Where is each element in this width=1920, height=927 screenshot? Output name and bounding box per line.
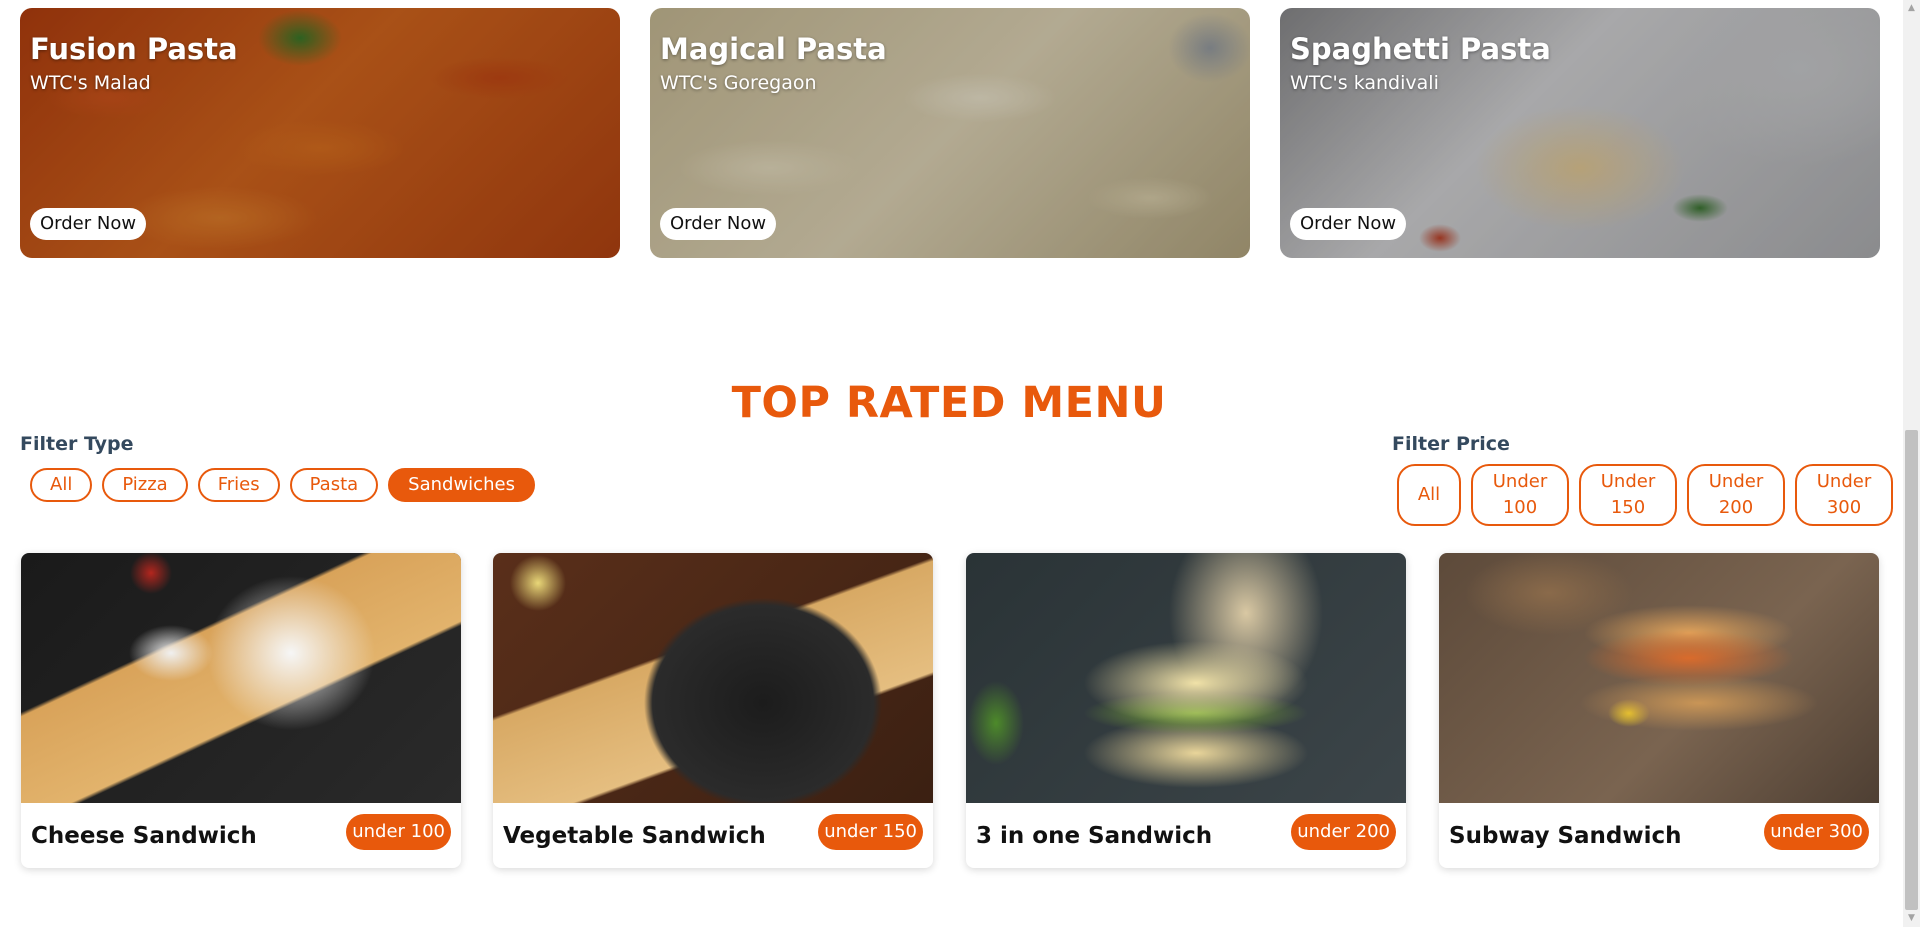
menu-item-name: Subway Sandwich <box>1449 823 1682 849</box>
promo-card-fusion-pasta[interactable]: Fusion Pasta WTC's Malad Order Now <box>20 8 620 258</box>
scroll-up-arrow-icon[interactable]: ▲ <box>1903 0 1920 17</box>
menu-item-image <box>493 553 933 803</box>
section-title: TOP RATED MENU <box>731 378 1167 428</box>
filter-type-pasta[interactable]: Pasta <box>289 468 379 502</box>
filter-price-under-150[interactable]: Under 150 <box>1579 464 1677 526</box>
price-badge: under 150 <box>818 814 923 850</box>
scrollbar-thumb[interactable] <box>1905 430 1918 910</box>
menu-item-name: Cheese Sandwich <box>31 823 257 849</box>
price-badge: under 100 <box>346 814 451 850</box>
filter-price-group: All Under 100 Under 150 Under 200 Under … <box>1397 464 1893 526</box>
menu-card-3-in-one-sandwich[interactable]: 3 in one Sandwich under 200 <box>966 553 1406 868</box>
filter-type-group: All Pizza Fries Pasta Sandwiches <box>30 468 535 502</box>
order-now-button[interactable]: Order Now <box>1290 208 1407 240</box>
menu-item-image <box>1439 553 1879 803</box>
filter-price-label: Filter Price <box>1392 433 1510 455</box>
menu-card-subway-sandwich[interactable]: Subway Sandwich under 300 <box>1439 553 1879 868</box>
filter-type-label: Filter Type <box>20 433 134 455</box>
promo-location: WTC's Goregaon <box>660 72 817 94</box>
promo-card-spaghetti-pasta[interactable]: Spaghetti Pasta WTC's kandivali Order No… <box>1280 8 1880 258</box>
promo-carousel: Fusion Pasta WTC's Malad Order Now Magic… <box>20 8 1880 258</box>
filter-type-pizza[interactable]: Pizza <box>102 468 188 502</box>
filter-price-under-300[interactable]: Under 300 <box>1795 464 1893 526</box>
menu-item-image <box>21 553 461 803</box>
menu-item-name: 3 in one Sandwich <box>976 823 1213 849</box>
promo-title: Magical Pasta <box>660 32 887 66</box>
order-now-button[interactable]: Order Now <box>30 208 147 240</box>
filter-price-all[interactable]: All <box>1397 464 1461 526</box>
menu-card-vegetable-sandwich[interactable]: Vegetable Sandwich under 150 <box>493 553 933 868</box>
order-now-button[interactable]: Order Now <box>660 208 777 240</box>
filter-type-all[interactable]: All <box>30 468 93 502</box>
filter-price-under-100[interactable]: Under 100 <box>1471 464 1569 526</box>
menu-item-image <box>966 553 1406 803</box>
scroll-down-arrow-icon[interactable]: ▼ <box>1903 910 1920 927</box>
menu-card-cheese-sandwich[interactable]: Cheese Sandwich under 100 <box>21 553 461 868</box>
menu-grid: Cheese Sandwich under 100 Vegetable Sand… <box>21 553 1879 868</box>
filter-type-sandwiches[interactable]: Sandwiches <box>388 468 535 502</box>
promo-location: WTC's kandivali <box>1290 72 1439 94</box>
menu-item-name: Vegetable Sandwich <box>503 823 766 849</box>
vertical-scrollbar[interactable]: ▲ ▼ <box>1903 0 1920 927</box>
price-badge: under 300 <box>1764 814 1869 850</box>
filter-price-under-200[interactable]: Under 200 <box>1687 464 1785 526</box>
promo-location: WTC's Malad <box>30 72 151 94</box>
promo-title: Fusion Pasta <box>30 32 238 66</box>
promo-card-magical-pasta[interactable]: Magical Pasta WTC's Goregaon Order Now <box>650 8 1250 258</box>
promo-title: Spaghetti Pasta <box>1290 32 1551 66</box>
filter-type-fries[interactable]: Fries <box>197 468 280 502</box>
price-badge: under 200 <box>1291 814 1396 850</box>
